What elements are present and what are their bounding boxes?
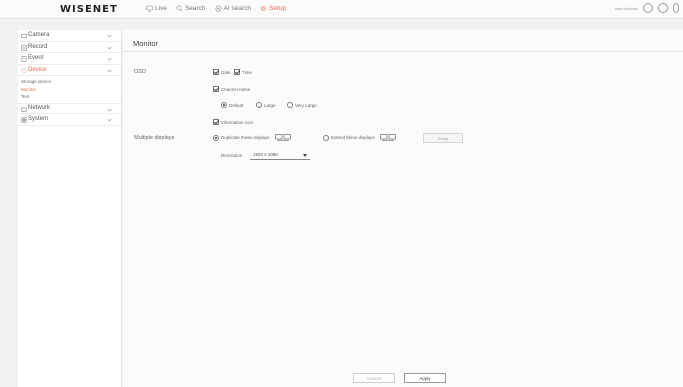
- chevron-down-icon: [107, 106, 112, 112]
- sidebar: Camera Record Event Device Storage devic…: [18, 30, 122, 387]
- setup-button[interactable]: Setup: [423, 133, 463, 143]
- user-icon[interactable]: [643, 3, 653, 13]
- multiple-displays-label: Multiple displays: [134, 135, 175, 141]
- duplicate-displays-label: Duplicate these displays: [221, 135, 270, 140]
- checkbox-icon: [234, 69, 240, 75]
- chevron-down-icon: [107, 44, 112, 50]
- sidebar-item-system[interactable]: System: [18, 114, 121, 126]
- osd-date-checkbox[interactable]: Date: [213, 69, 231, 75]
- osd-label: OSD: [134, 69, 146, 75]
- checkbox-icon: [213, 69, 219, 75]
- sidebar-subitem-storage-device[interactable]: Storage device: [21, 78, 121, 86]
- sidebar-item-label: System: [28, 116, 49, 123]
- cancel-button[interactable]: Cancel: [353, 373, 395, 383]
- search-icon: [176, 5, 183, 12]
- sidebar-subitem-monitor[interactable]: Monitor: [21, 86, 121, 94]
- extend-displays-radio[interactable]: Extend these displays: [323, 134, 396, 141]
- size-large-label: Large: [264, 102, 276, 108]
- sidebar-item-network[interactable]: Network: [18, 102, 121, 114]
- size-default-label: Default: [229, 102, 244, 108]
- osd-date-label: Date: [221, 69, 231, 75]
- nav-search[interactable]: Search: [176, 5, 206, 12]
- nav-setup[interactable]: Setup: [260, 5, 286, 12]
- sidebar-item-label: Device: [28, 66, 47, 73]
- nav-search-label: Search: [184, 5, 206, 12]
- duplicate-displays-radio[interactable]: Duplicate these displays: [213, 134, 291, 141]
- main-panel: Monitor OSD Date Time Channel name Defau…: [123, 30, 683, 387]
- sidebar-item-label: Camera: [28, 32, 50, 39]
- wisenet-logo: WISENET: [60, 4, 118, 15]
- sidebar-item-event[interactable]: Event: [18, 53, 121, 65]
- size-very-large-label: Very Large: [295, 102, 317, 108]
- radio-icon: [256, 102, 262, 108]
- osd-time-checkbox[interactable]: Time: [234, 69, 252, 75]
- resolution-label: Resolution: [221, 153, 243, 158]
- sidebar-item-record[interactable]: Record: [18, 42, 121, 53]
- top-bar: WISENET Live Search AI search Setup nhbs…: [0, 0, 683, 19]
- device-submenu: Storage device Monitor Text: [18, 76, 121, 103]
- user-name: nhbs.nilobaw: [614, 5, 638, 11]
- sidebar-item-label: Event: [28, 55, 44, 62]
- settings-icon[interactable]: [673, 3, 679, 13]
- ai-search-icon: [215, 5, 221, 12]
- sidebar-item-device[interactable]: Device: [18, 65, 121, 76]
- record-icon: [21, 44, 27, 51]
- information-icon-label: Information icon: [221, 119, 254, 125]
- size-large-radio[interactable]: Large: [256, 102, 276, 108]
- dual-monitor-icon: [274, 134, 291, 141]
- apply-button[interactable]: Apply: [404, 373, 446, 383]
- radio-icon: [323, 134, 329, 141]
- gear-icon: [260, 5, 267, 12]
- title-divider: [123, 51, 683, 52]
- nav-live[interactable]: Live: [146, 5, 167, 12]
- osd-time-label: Time: [242, 69, 252, 75]
- nav-ai-search[interactable]: AI search: [215, 5, 251, 12]
- nav-ai-search-label: AI search: [223, 5, 252, 12]
- system-icon: [21, 117, 27, 123]
- network-icon: [21, 107, 27, 112]
- chevron-up-icon: [107, 68, 112, 74]
- nav-live-label: Live: [155, 5, 167, 12]
- radio-icon: [221, 102, 227, 108]
- resolution-value: 1920 x 1080: [253, 152, 278, 157]
- nav-setup-label: Setup: [269, 5, 287, 12]
- channel-name-checkbox[interactable]: Channel name: [213, 86, 250, 92]
- device-icon: [21, 68, 27, 73]
- extend-displays-label: Extend these displays: [331, 135, 375, 140]
- sidebar-subitem-text[interactable]: Text: [21, 93, 121, 101]
- checkbox-icon: [213, 119, 219, 125]
- page-title: Monitor: [133, 39, 159, 48]
- chevron-down-icon: [107, 33, 112, 38]
- checkbox-icon: [213, 86, 219, 92]
- event-icon: [21, 56, 27, 62]
- resolution-select[interactable]: 1920 x 1080: [250, 151, 310, 160]
- dual-monitor-icon: [379, 134, 396, 141]
- radio-icon: [287, 102, 293, 108]
- camera-icon: [21, 33, 27, 39]
- chevron-down-icon: [107, 56, 112, 61]
- monitor-icon: [146, 5, 153, 12]
- info-icon[interactable]: [658, 3, 668, 13]
- sidebar-item-label: Record: [28, 43, 48, 50]
- main-nav: Live Search AI search Setup: [146, 5, 286, 12]
- sidebar-item-label: Network: [28, 105, 51, 112]
- radio-icon: [213, 134, 219, 141]
- chevron-down-icon: [303, 154, 307, 157]
- top-right-controls: nhbs.nilobaw: [615, 3, 679, 13]
- sidebar-item-camera[interactable]: Camera: [18, 30, 121, 42]
- channel-name-label: Channel name: [221, 86, 251, 92]
- chevron-down-icon: [107, 117, 112, 122]
- size-very-large-radio[interactable]: Very Large: [287, 102, 317, 108]
- size-default-radio[interactable]: Default: [221, 102, 243, 108]
- information-icon-checkbox[interactable]: Information icon: [213, 119, 253, 125]
